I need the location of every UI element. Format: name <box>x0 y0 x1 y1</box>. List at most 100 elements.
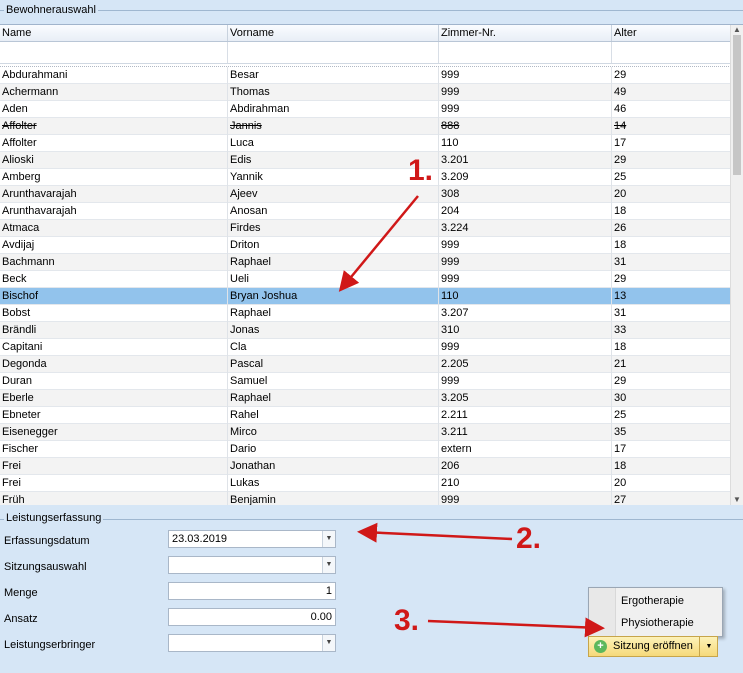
table-row[interactable]: Eberle Raphael 3.205 30 <box>0 390 731 407</box>
table-cell: 13 <box>612 288 731 305</box>
erfassungsdatum-field[interactable]: 23.03.2019 ▼ <box>168 530 336 548</box>
table-cell: 35 <box>612 424 731 441</box>
table-row[interactable]: Degonda Pascal 2.205 21 <box>0 356 731 373</box>
table-cell: 18 <box>612 237 731 254</box>
table-cell: Alioski <box>0 152 228 169</box>
table-cell: Atmaca <box>0 220 228 237</box>
column-header-zimmer[interactable]: Zimmer-Nr. <box>439 25 612 41</box>
residents-grid[interactable]: Name Vorname Zimmer-Nr. Alter Abdurahman… <box>0 24 743 505</box>
chevron-down-icon[interactable]: ▼ <box>699 637 718 656</box>
add-icon: + <box>594 640 607 653</box>
table-cell: Ajeev <box>228 186 439 203</box>
table-row[interactable]: Beck Ueli 999 29 <box>0 271 731 288</box>
table-cell: 25 <box>612 407 731 424</box>
table-cell: Benjamin <box>228 492 439 505</box>
table-cell: 31 <box>612 254 731 271</box>
table-row[interactable]: Capitani Cla 999 18 <box>0 339 731 356</box>
table-row[interactable]: Bobst Raphael 3.207 31 <box>0 305 731 322</box>
table-cell: Luca <box>228 135 439 152</box>
open-session-button[interactable]: + Sitzung eröffnen ▼ <box>588 636 718 657</box>
table-row[interactable]: Ebneter Rahel 2.211 25 <box>0 407 731 424</box>
table-cell: Jannis <box>228 118 439 135</box>
table-cell: Lukas <box>228 475 439 492</box>
table-cell: 204 <box>439 203 612 220</box>
table-cell: 49 <box>612 84 731 101</box>
table-cell: Arunthavarajah <box>0 203 228 220</box>
table-cell: 27 <box>612 492 731 505</box>
menu-item-physiotherapie[interactable]: Physiotherapie <box>589 612 722 634</box>
annotation-label-1: 1. <box>408 154 434 187</box>
table-cell: 999 <box>439 373 612 390</box>
table-cell: Brändli <box>0 322 228 339</box>
table-row[interactable]: Frei Lukas 210 20 <box>0 475 731 492</box>
table-cell: 17 <box>612 135 731 152</box>
grid-filter-row[interactable] <box>0 42 731 64</box>
table-row[interactable]: Alioski Edis 3.201 29 <box>0 152 731 169</box>
table-row[interactable]: Früh Benjamin 999 27 <box>0 492 731 505</box>
table-cell: 20 <box>612 186 731 203</box>
table-cell: Degonda <box>0 356 228 373</box>
menu-item-ergotherapie[interactable]: Ergotherapie <box>589 590 722 612</box>
table-row[interactable]: Arunthavarajah Anosan 204 18 <box>0 203 731 220</box>
table-row[interactable]: Amberg Yannik 3.209 25 <box>0 169 731 186</box>
scroll-up-icon[interactable]: ▲ <box>731 25 743 35</box>
table-row[interactable]: Achermann Thomas 999 49 <box>0 84 731 101</box>
table-row[interactable]: Affolter Jannis 888 14 <box>0 118 731 135</box>
scroll-down-icon[interactable]: ▼ <box>731 495 743 505</box>
table-cell: 999 <box>439 492 612 505</box>
table-cell: Jonathan <box>228 458 439 475</box>
filter-cell-alter[interactable] <box>612 42 731 63</box>
table-cell: Bischof <box>0 288 228 305</box>
menge-field[interactable]: 1 <box>168 582 336 600</box>
table-cell: 110 <box>439 135 612 152</box>
chevron-down-icon[interactable]: ▼ <box>322 635 335 651</box>
table-cell: Anosan <box>228 203 439 220</box>
table-cell: Raphael <box>228 254 439 271</box>
table-row[interactable]: Aden Abdirahman 999 46 <box>0 101 731 118</box>
table-row[interactable]: Duran Samuel 999 29 <box>0 373 731 390</box>
table-cell: 206 <box>439 458 612 475</box>
scroll-thumb[interactable] <box>733 35 741 175</box>
table-cell: 31 <box>612 305 731 322</box>
ansatz-field[interactable]: 0.00 <box>168 608 336 626</box>
table-cell: 310 <box>439 322 612 339</box>
table-row[interactable]: Bachmann Raphael 999 31 <box>0 254 731 271</box>
leistungserbringer-field[interactable]: ▼ <box>168 634 336 652</box>
table-cell: Raphael <box>228 390 439 407</box>
table-row[interactable]: Fischer Dario extern 17 <box>0 441 731 458</box>
table-row[interactable]: Arunthavarajah Ajeev 308 20 <box>0 186 731 203</box>
table-cell: Thomas <box>228 84 439 101</box>
table-cell: 308 <box>439 186 612 203</box>
table-cell: 110 <box>439 288 612 305</box>
table-row[interactable]: Affolter Luca 110 17 <box>0 135 731 152</box>
table-row[interactable]: Avdijaj Driton 999 18 <box>0 237 731 254</box>
filter-cell-name[interactable] <box>0 42 228 63</box>
chevron-down-icon[interactable]: ▼ <box>322 557 335 573</box>
session-type-menu: Ergotherapie Physiotherapie <box>588 587 723 637</box>
table-cell: 999 <box>439 254 612 271</box>
filter-cell-vorname[interactable] <box>228 42 439 63</box>
table-row[interactable]: Bischof Bryan Joshua 110 13 <box>0 288 731 305</box>
table-row[interactable]: Abdurahmani Besar 999 29 <box>0 67 731 84</box>
table-row[interactable]: Frei Jonathan 206 18 <box>0 458 731 475</box>
table-cell: Arunthavarajah <box>0 186 228 203</box>
table-cell: Besar <box>228 67 439 84</box>
table-cell: extern <box>439 441 612 458</box>
sitzungsauswahl-label: Sitzungsauswahl <box>4 561 87 573</box>
table-cell: 18 <box>612 458 731 475</box>
table-cell: 3.201 <box>439 152 612 169</box>
sitzungsauswahl-field[interactable]: ▼ <box>168 556 336 574</box>
table-row[interactable]: Eisenegger Mirco 3.211 35 <box>0 424 731 441</box>
erfassungsdatum-label: Erfassungsdatum <box>4 535 90 547</box>
filter-cell-zimmer[interactable] <box>439 42 612 63</box>
table-row[interactable]: Atmaca Firdes 3.224 26 <box>0 220 731 237</box>
column-header-alter[interactable]: Alter <box>612 25 731 41</box>
grid-header: Name Vorname Zimmer-Nr. Alter <box>0 25 731 42</box>
table-row[interactable]: Brändli Jonas 310 33 <box>0 322 731 339</box>
column-header-name[interactable]: Name <box>0 25 228 41</box>
grid-vertical-scrollbar[interactable]: ▲ ▼ <box>730 25 743 505</box>
column-header-vorname[interactable]: Vorname <box>228 25 439 41</box>
table-cell: 17 <box>612 441 731 458</box>
table-cell: Eisenegger <box>0 424 228 441</box>
chevron-down-icon[interactable]: ▼ <box>322 531 335 547</box>
